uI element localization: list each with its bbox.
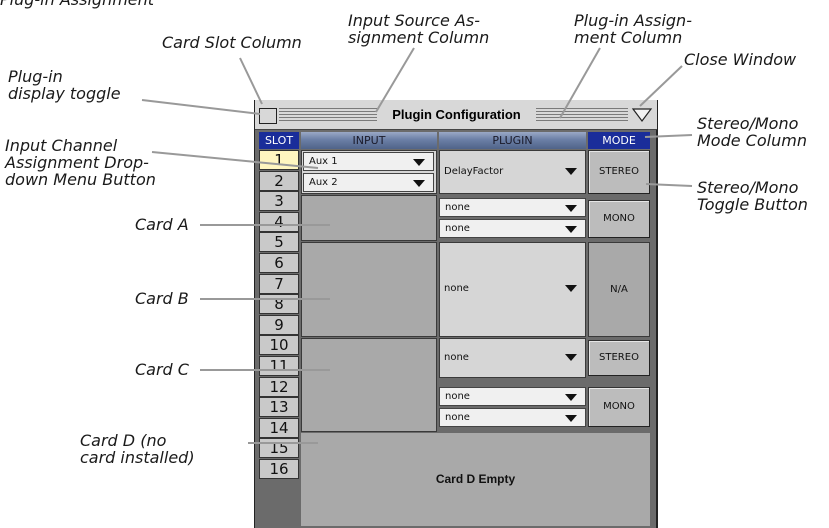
card-d-empty-panel: Card D Empty: [301, 433, 650, 526]
plugin-value-slot3: none: [445, 202, 470, 213]
mode-toggle-slots-1-2[interactable]: STEREO: [588, 150, 650, 194]
plugin-panel-slots-5-8[interactable]: none: [439, 242, 586, 337]
input-panel-slots-9-12: [301, 338, 437, 432]
dropdown-arrow-icon: [565, 354, 577, 361]
callout-close-window: Close Window: [684, 50, 797, 69]
title-stripes-left: [279, 106, 377, 123]
plugin-panel-slots-9-10[interactable]: none: [439, 338, 586, 378]
slot-number-4: 4: [259, 211, 299, 232]
callout-input-source-column: Input Source As- signment Column: [348, 12, 489, 46]
callout-card-b: Card B: [135, 289, 189, 308]
callout-card-d-line1: Card D (no: [80, 431, 167, 450]
slot-number-6: 6: [259, 253, 299, 273]
slot-number-10: 10: [259, 335, 299, 356]
plugin-value-slots-9-10: none: [444, 352, 469, 363]
input-panel-slots-5-8: [301, 242, 437, 337]
input-panel-slots-3-4: [301, 195, 437, 241]
close-triangle-icon: [631, 108, 653, 122]
slot-number-3: 3: [259, 191, 299, 212]
callout-input-channel-dropdown: Input Channel Assignment Drop- down Menu…: [5, 137, 156, 188]
dropdown-arrow-icon: [565, 205, 577, 212]
dropdown-arrow-icon: [565, 394, 577, 401]
plugin-dropdown-slot3[interactable]: none: [439, 198, 586, 217]
callout-stereo-mono-column: Stereo/Mono Mode Column: [697, 115, 807, 149]
plugin-value-slots-5-8: none: [444, 283, 469, 294]
dropdown-arrow-icon: [413, 159, 425, 166]
callout-card-slot-column: Card Slot Column: [162, 33, 302, 52]
callout-plugin-display-toggle: Plug-in display toggle: [8, 68, 121, 102]
mode-toggle-slots-3-4[interactable]: MONO: [588, 200, 650, 238]
callout-input-source-line1: Input Source As-: [348, 11, 480, 30]
input-dropdown-slot2[interactable]: Aux 2: [303, 173, 434, 192]
window-title: Plugin Configuration: [380, 104, 533, 125]
header-mode: MODE: [588, 132, 650, 149]
callout-plugin-toggle-line2: display toggle: [8, 84, 121, 103]
plugin-value-slots-1-2: DelayFactor: [444, 166, 504, 177]
callout-plugin-assignment-line1: Plug-in Assign-: [574, 11, 692, 30]
callout-stereo-mono-column-line1: Stereo/Mono: [697, 114, 799, 133]
input-dropdown-slot2-value: Aux 2: [309, 177, 338, 188]
plugin-value-slot11: none: [445, 391, 470, 402]
slot-number-14: 14: [259, 417, 299, 438]
input-dropdown-slot1-value: Aux 1: [309, 156, 338, 167]
header-slot: SLOT: [259, 132, 299, 149]
title-bar[interactable]: Plugin Configuration: [255, 100, 657, 130]
callout-card-d: Card D (no card installed): [80, 432, 195, 466]
plugin-dropdown-slot12[interactable]: none: [439, 408, 586, 427]
slot-number-1: 1: [259, 150, 299, 170]
dropdown-arrow-icon: [565, 285, 577, 292]
callout-card-a: Card A: [135, 215, 189, 234]
plugin-configuration-window: Plugin Configuration SLOT INPUT PLUGIN M…: [254, 100, 658, 528]
title-stripes-right: [536, 106, 628, 123]
close-window-button[interactable]: [631, 105, 653, 125]
slot-number-11: 11: [259, 356, 299, 376]
plugin-dropdown-slot11[interactable]: none: [439, 387, 586, 406]
plugin-value-slot4: none: [445, 223, 470, 234]
callout-card-c: Card C: [135, 360, 189, 379]
dropdown-arrow-icon: [565, 226, 577, 233]
plugin-value-slot12: none: [445, 412, 470, 423]
callout-stereo-mono-toggle: Stereo/Mono Toggle Button: [697, 179, 808, 213]
slot-number-16: 16: [259, 459, 299, 479]
plugin-panel-slots-1-2[interactable]: DelayFactor: [439, 150, 586, 194]
input-dropdown-slot1[interactable]: Aux 1: [303, 152, 434, 171]
callout-input-channel-line1: Input Channel: [5, 136, 118, 155]
slot-number-8: 8: [259, 294, 299, 315]
plugin-dropdown-slot4[interactable]: none: [439, 219, 586, 238]
slot-number-2: 2: [259, 170, 299, 191]
callout-input-channel-line3: down Menu Button: [5, 170, 156, 189]
mode-toggle-slots-11-12[interactable]: MONO: [588, 387, 650, 427]
slot-number-15: 15: [259, 438, 299, 459]
header-plugin: PLUGIN: [439, 132, 586, 149]
dropdown-arrow-icon: [565, 168, 577, 175]
callout-card-d-line2: card installed): [80, 448, 195, 467]
callout-plugin-assignment-column: Plug-in Assign- ment Column: [574, 12, 692, 46]
dropdown-arrow-icon: [413, 180, 425, 187]
slot-number-13: 13: [259, 397, 299, 418]
callout-plugin-assignment-line2: ment Column: [574, 28, 683, 47]
mode-toggle-slots-9-10[interactable]: STEREO: [588, 340, 650, 376]
callout-stereo-mono-toggle-line2: Toggle Button: [697, 195, 808, 214]
header-input: INPUT: [301, 132, 437, 149]
callout-top-left-fragment: Plug-in Assignment: [0, 0, 154, 8]
mode-label-slots-5-8: N/A: [610, 284, 628, 295]
callout-stereo-mono-toggle-line1: Stereo/Mono: [697, 178, 799, 197]
slot-number-12: 12: [259, 376, 299, 397]
dropdown-arrow-icon: [565, 415, 577, 422]
callout-input-source-line2: signment Column: [348, 28, 490, 47]
slot-number-5: 5: [259, 232, 299, 253]
slot-number-9: 9: [259, 314, 299, 335]
callout-input-channel-line2: Assignment Drop-: [5, 153, 149, 172]
slot-number-7: 7: [259, 273, 299, 294]
callout-plugin-toggle-line1: Plug-in: [8, 67, 63, 86]
callout-stereo-mono-column-line2: Mode Column: [697, 131, 807, 150]
plugin-display-toggle-button[interactable]: [259, 108, 277, 124]
